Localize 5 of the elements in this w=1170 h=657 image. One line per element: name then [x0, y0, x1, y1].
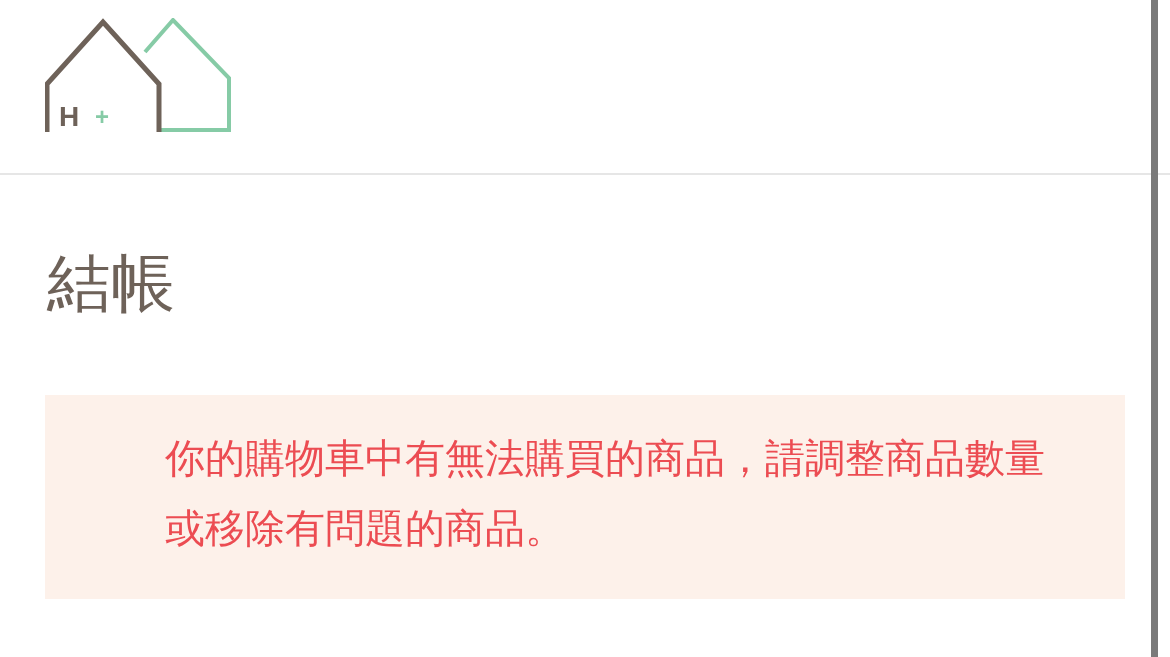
alert-message: 你的購物車中有無法購買的商品，請調整商品數量或移除有問題的商品。: [165, 434, 1046, 553]
scrollbar[interactable]: [1151, 0, 1158, 657]
page-title: 結帳: [47, 245, 176, 322]
logo-plus: +: [95, 102, 109, 132]
logo-letter: H: [59, 102, 80, 132]
